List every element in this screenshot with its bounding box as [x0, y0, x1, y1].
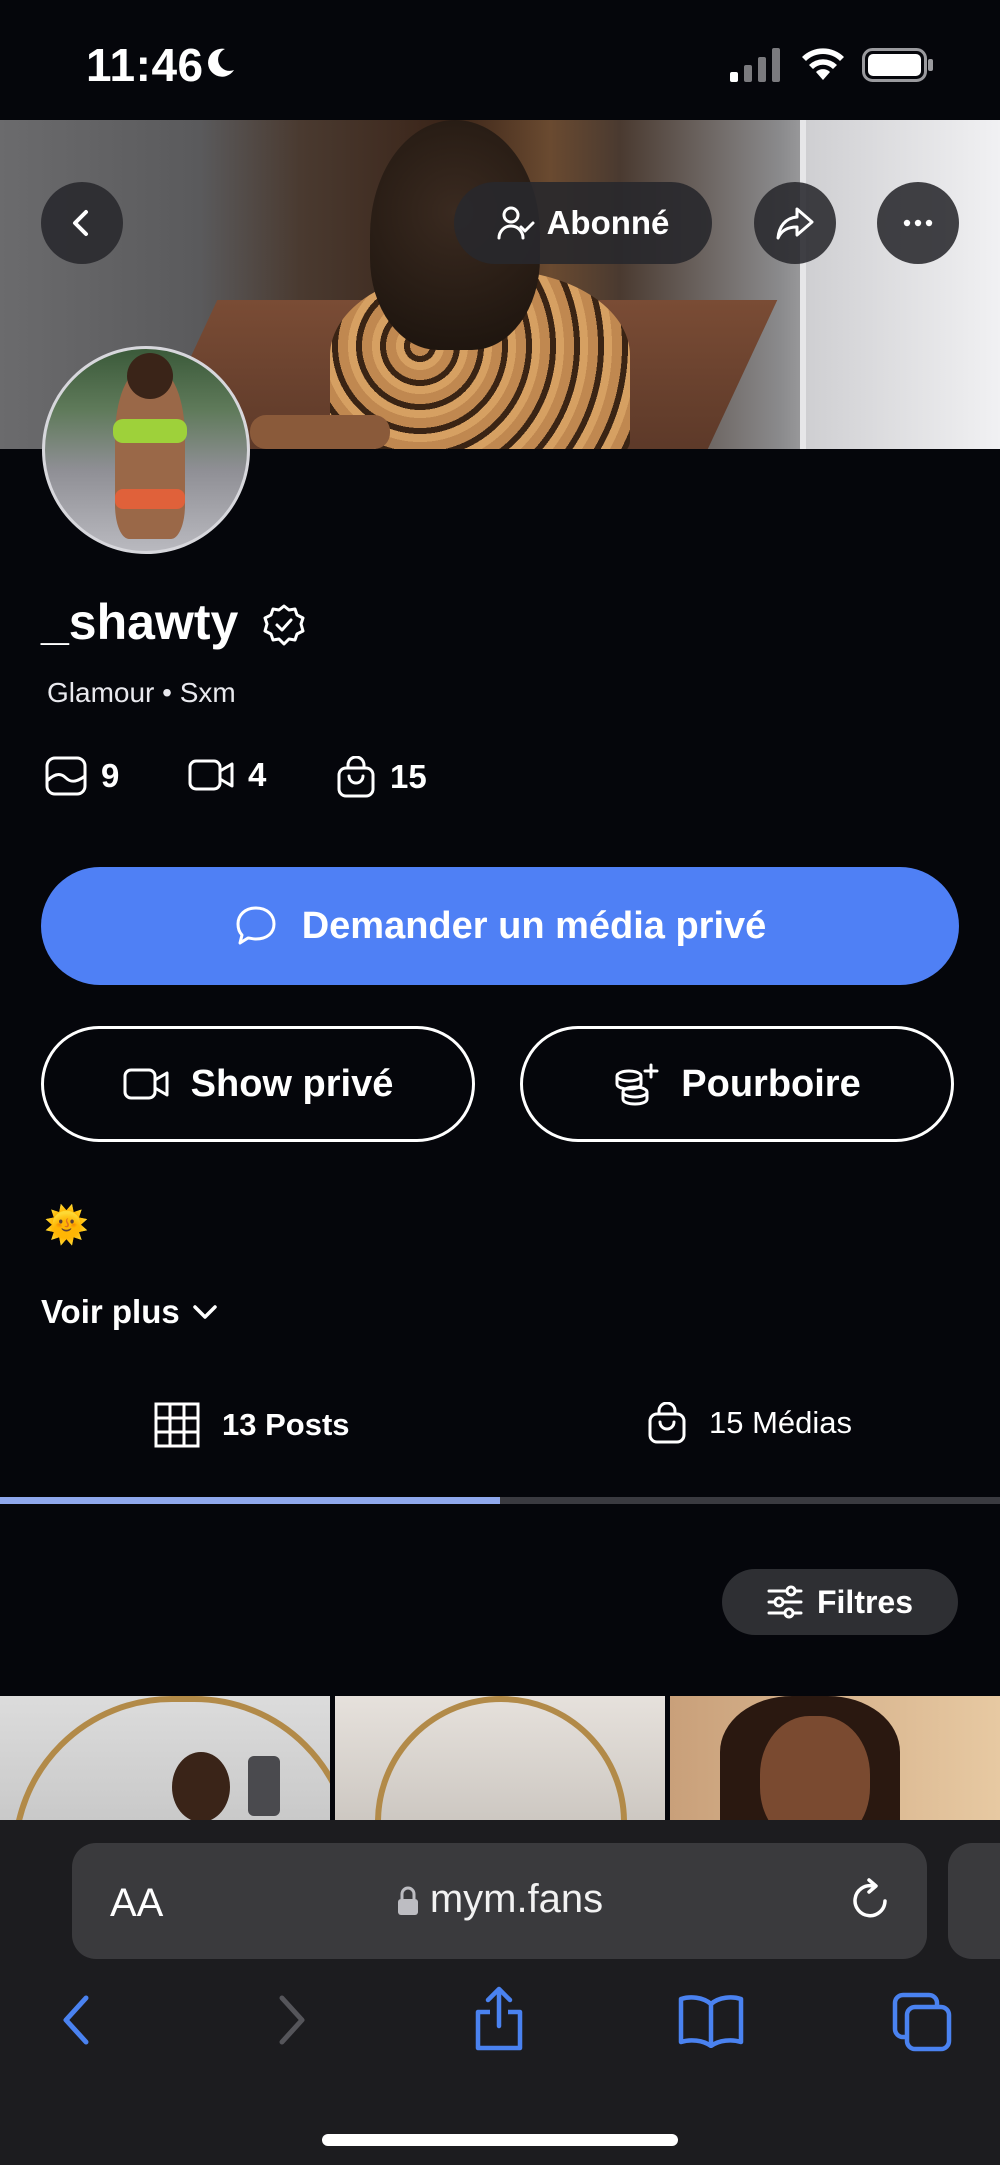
subscribed-label: Abonné — [546, 204, 670, 241]
url-text: mym.fans — [429, 1877, 604, 1921]
more-options-button[interactable] — [877, 182, 959, 264]
tab-posts-label: 13 Posts — [222, 1407, 350, 1442]
lock-icon — [397, 1886, 418, 1916]
filters-label: Filtres — [816, 1583, 914, 1620]
moon-icon — [208, 48, 234, 77]
verified-badge-icon — [263, 604, 305, 646]
coins-plus-icon — [615, 1063, 659, 1106]
media-thumbnail[interactable] — [0, 1696, 330, 1820]
tip-label: Pourboire — [681, 1062, 861, 1105]
video-camera-icon — [123, 1068, 169, 1100]
back-arrow-icon[interactable] — [58, 1992, 94, 2048]
bio-emoji: 🌞 — [44, 1204, 89, 1245]
stat-purchases-count: 15 — [390, 758, 427, 795]
forward-arrow-icon[interactable] — [274, 1992, 310, 2048]
photo-icon — [45, 756, 87, 796]
see-more-link[interactable]: Voir plus — [41, 1293, 218, 1331]
chevron-down-icon — [193, 1305, 217, 1319]
private-show-label: Show privé — [190, 1062, 394, 1105]
url-display[interactable]: mym.fans — [72, 1877, 927, 1922]
tab-indicator-track — [0, 1497, 1000, 1504]
stat-videos-count: 4 — [248, 756, 267, 793]
shopping-bag-icon — [337, 756, 375, 798]
profile-avatar[interactable] — [42, 346, 250, 554]
more-dots-icon — [903, 219, 933, 227]
reload-icon[interactable] — [849, 1877, 893, 1923]
stat-videos: 4 — [188, 756, 266, 794]
request-private-media-button[interactable]: Demander un média privé — [41, 867, 959, 985]
tab-medias[interactable]: 15 Médias — [647, 1402, 852, 1444]
user-check-icon — [497, 206, 535, 240]
tab-indicator-active — [0, 1497, 500, 1504]
subscribed-button[interactable]: Abonné — [454, 182, 712, 264]
tab-medias-label: 15 Médias — [709, 1405, 853, 1440]
stat-purchases: 15 — [336, 756, 427, 798]
video-camera-icon — [188, 759, 234, 791]
share-button[interactable] — [754, 182, 836, 264]
back-button[interactable] — [41, 182, 123, 264]
see-more-label: Voir plus — [41, 1293, 180, 1330]
chat-bubble-icon — [236, 906, 276, 945]
media-thumbnail[interactable] — [335, 1696, 665, 1820]
stat-photos: 9 — [45, 756, 119, 796]
filters-button[interactable]: Filtres — [722, 1569, 958, 1635]
cellular-signal-icon — [730, 48, 780, 82]
share-arrow-icon — [776, 207, 814, 240]
battery-icon — [862, 48, 933, 82]
home-indicator — [322, 2134, 678, 2146]
chevron-left-icon — [73, 210, 88, 236]
address-bar[interactable]: AA mym.fans — [72, 1843, 927, 1959]
profile-username: _shawty — [41, 594, 239, 650]
stat-photos-count: 9 — [101, 757, 120, 794]
profile-subtitle: Glamour • Sxm — [47, 677, 236, 708]
status-bar: 11:46 — [0, 0, 1000, 120]
share-icon[interactable] — [470, 1986, 528, 2052]
shopping-bag-icon — [648, 1402, 686, 1444]
bookmarks-icon[interactable] — [678, 1992, 744, 2048]
tabs-icon[interactable] — [892, 1992, 952, 2052]
request-private-media-label: Demander un média privé — [301, 904, 767, 947]
sliders-icon — [767, 1585, 803, 1619]
browser-toolbar: AA mym.fans — [0, 1820, 1000, 2165]
next-tab-peek[interactable] — [948, 1843, 1000, 1959]
media-grid — [0, 1696, 1000, 1820]
wifi-icon — [802, 48, 844, 80]
status-time: 11:46 — [86, 39, 204, 91]
tab-posts[interactable]: 13 Posts — [154, 1402, 350, 1448]
private-show-button[interactable]: Show privé — [41, 1026, 475, 1142]
grid-icon — [154, 1402, 200, 1448]
media-thumbnail[interactable] — [670, 1696, 1000, 1820]
tip-button[interactable]: Pourboire — [520, 1026, 954, 1142]
